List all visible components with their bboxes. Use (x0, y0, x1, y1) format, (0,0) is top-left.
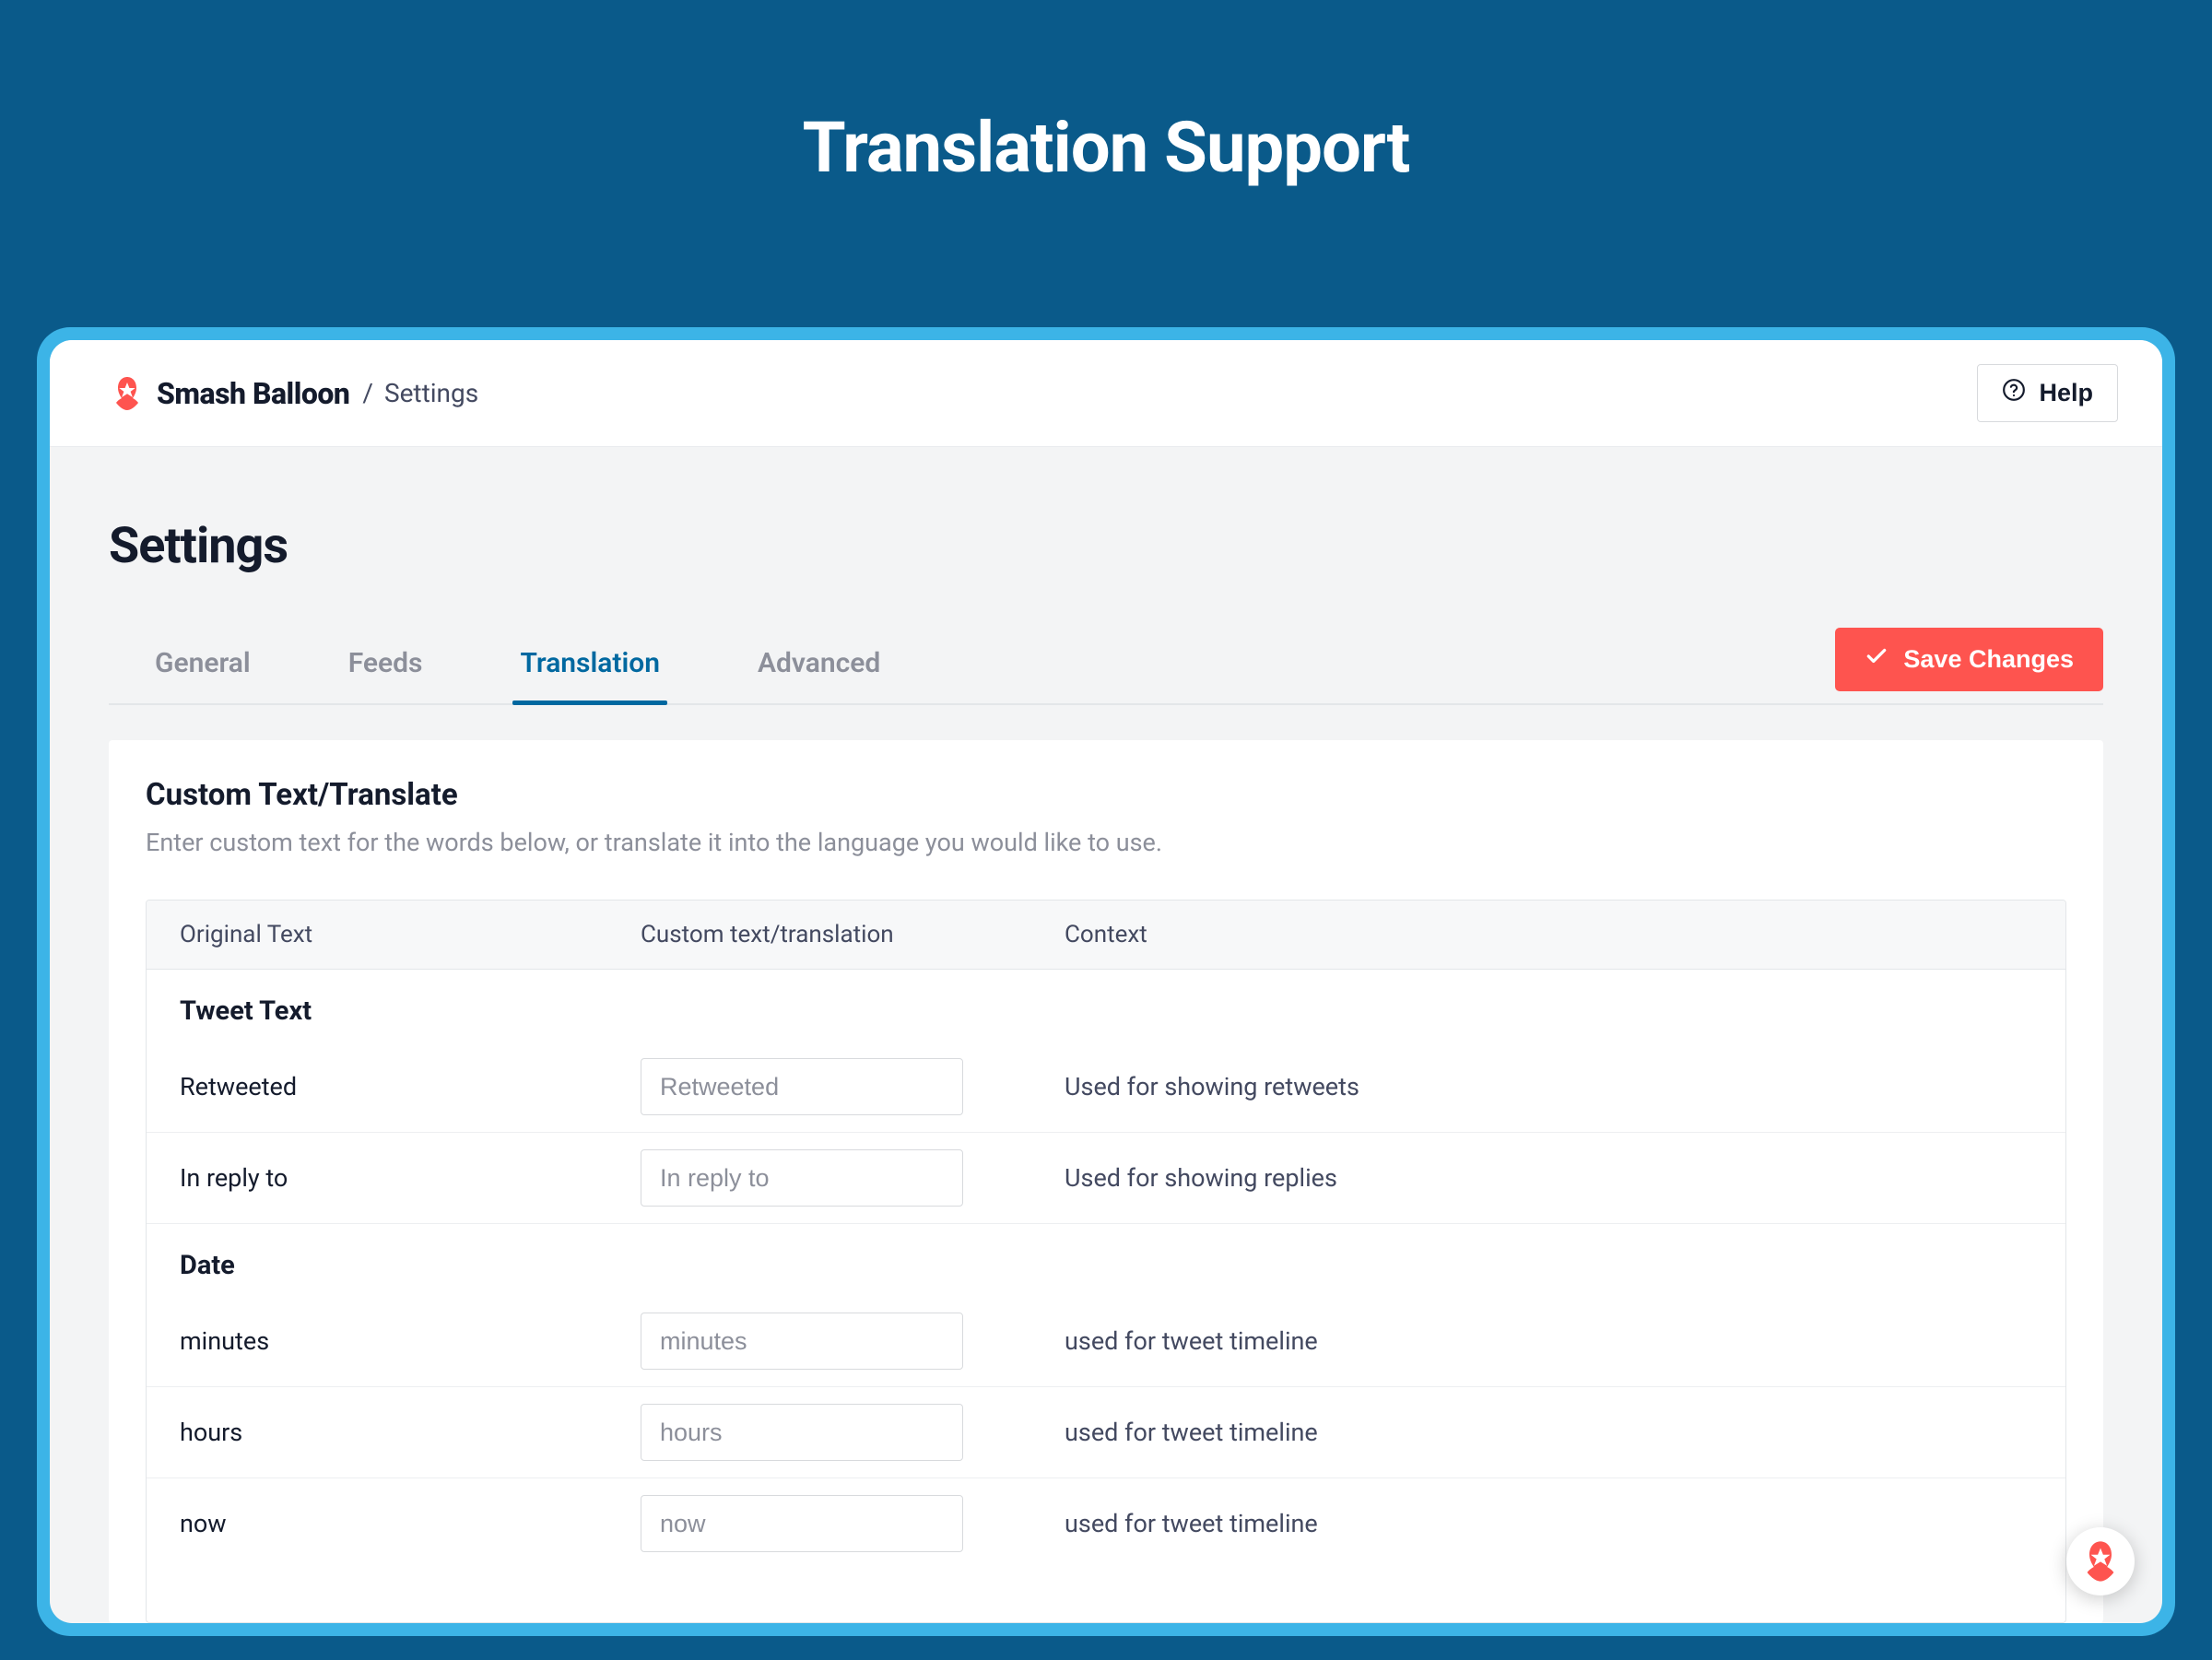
original-text: hours (180, 1418, 641, 1447)
context-text: used for tweet timeline (1065, 1509, 2032, 1538)
context-text: Used for showing replies (1065, 1163, 2032, 1193)
check-icon (1865, 644, 1888, 675)
page-title: Settings (109, 517, 2103, 575)
app-frame: Smash Balloon / Settings Help (37, 327, 2175, 1636)
balloon-icon (2078, 1539, 2123, 1583)
section-tweet-text: Tweet Text (147, 970, 2065, 1042)
col-custom: Custom text/translation (641, 921, 1065, 948)
tabs: General Feeds Translation Advanced (109, 630, 888, 703)
translate-input-hours[interactable] (641, 1404, 963, 1461)
original-text: Retweeted (180, 1072, 641, 1101)
panel-title: Custom Text/Translate (146, 777, 2066, 813)
tab-general[interactable]: General (147, 630, 258, 703)
support-fab[interactable] (2066, 1527, 2135, 1595)
table-row: minutes used for tweet timeline (147, 1296, 2065, 1387)
brand-name: Smash Balloon (157, 376, 349, 411)
save-label: Save Changes (1903, 645, 2074, 674)
col-original: Original Text (180, 921, 641, 948)
save-changes-button[interactable]: Save Changes (1835, 628, 2103, 691)
help-button[interactable]: Help (1977, 364, 2118, 422)
context-text: used for tweet timeline (1065, 1418, 2032, 1447)
help-label: Help (2039, 379, 2093, 407)
translate-table: Original Text Custom text/translation Co… (146, 900, 2066, 1623)
section-date: Date (147, 1224, 2065, 1296)
translate-input-minutes[interactable] (641, 1313, 963, 1370)
brand-logo-icon (109, 375, 146, 412)
breadcrumb-separator: / (362, 378, 373, 408)
original-text: In reply to (180, 1163, 641, 1193)
context-text: used for tweet timeline (1065, 1326, 2032, 1356)
original-text: minutes (180, 1326, 641, 1356)
help-icon (2002, 378, 2026, 408)
tab-feeds[interactable]: Feeds (341, 630, 430, 703)
table-row: In reply to Used for showing replies (147, 1133, 2065, 1224)
tab-translation[interactable]: Translation (512, 630, 667, 703)
tabs-row: General Feeds Translation Advanced Save … (109, 630, 2103, 705)
col-context: Context (1065, 921, 2032, 948)
table-row: Retweeted Used for showing retweets (147, 1042, 2065, 1133)
table-row: hours used for tweet timeline (147, 1387, 2065, 1478)
app-window: Smash Balloon / Settings Help (50, 340, 2162, 1623)
translate-input-inreplyto[interactable] (641, 1149, 963, 1207)
table-header: Original Text Custom text/translation Co… (147, 901, 2065, 970)
panel-description: Enter custom text for the words below, o… (146, 828, 2066, 857)
context-text: Used for showing retweets (1065, 1072, 2032, 1101)
translate-input-now[interactable] (641, 1495, 963, 1552)
app-header: Smash Balloon / Settings Help (50, 340, 2162, 447)
hero-title: Translation Support (803, 106, 1410, 189)
breadcrumb-current: Settings (384, 378, 478, 408)
tab-advanced[interactable]: Advanced (750, 630, 888, 703)
original-text: now (180, 1509, 641, 1538)
translate-input-retweeted[interactable] (641, 1058, 963, 1115)
content-area: Settings General Feeds Translation Advan… (50, 447, 2162, 1623)
table-row: now used for tweet timeline (147, 1478, 2065, 1569)
brand-block: Smash Balloon / Settings (109, 375, 478, 412)
translate-panel: Custom Text/Translate Enter custom text … (109, 740, 2103, 1623)
